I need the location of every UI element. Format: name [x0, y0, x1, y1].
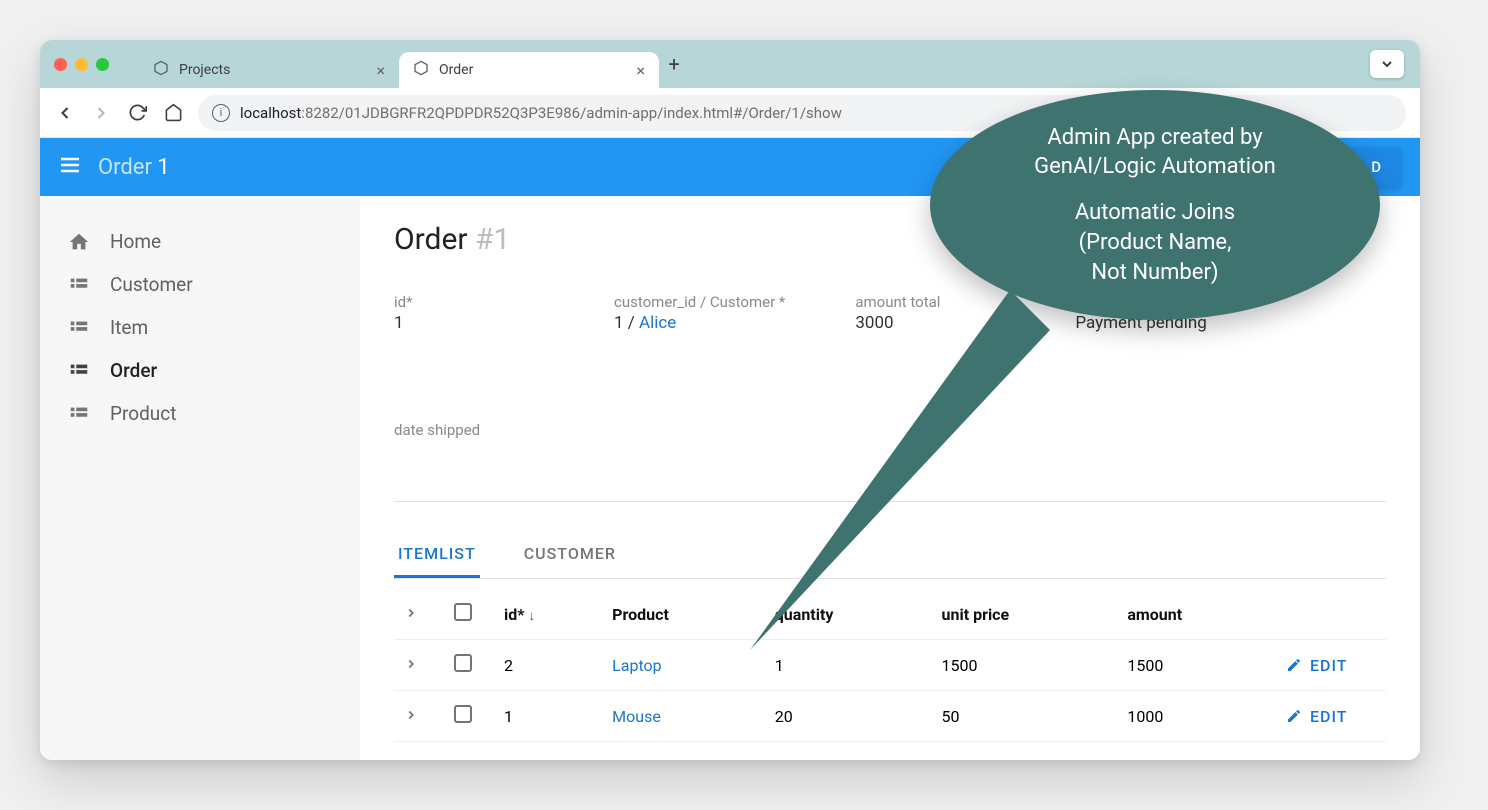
field-customer: customer_id / Customer * 1 / Alice	[614, 293, 785, 333]
minimize-window-icon[interactable]	[75, 58, 88, 71]
d-button[interactable]: D	[1323, 147, 1402, 187]
chrome-toolbar: i localhost:8282/01JDBGRFR2QPDPDR52Q3P3E…	[40, 88, 1420, 138]
cell-quantity: 1	[765, 640, 932, 691]
sidebar-item-label: Customer	[110, 273, 193, 296]
expand-all-icon[interactable]	[404, 605, 418, 624]
field-label: customer_id / Customer *	[614, 293, 785, 311]
app-title: Order 1	[98, 155, 170, 180]
row-checkbox[interactable]	[454, 654, 472, 672]
button-label: D	[1371, 158, 1382, 176]
reload-button[interactable]	[126, 102, 148, 124]
expand-row-icon[interactable]	[404, 656, 418, 675]
field-value: 3000	[855, 313, 1005, 333]
field-amount-total: amount total 3000	[855, 293, 1005, 333]
sidebar-item-label: Home	[110, 230, 161, 253]
browser-tab-projects[interactable]: Projects ×	[139, 52, 399, 88]
close-tab-icon[interactable]: ×	[376, 61, 385, 80]
cell-amount: 1500	[1117, 640, 1276, 691]
sort-desc-icon: ↓	[529, 609, 536, 624]
address-bar[interactable]: i localhost:8282/01JDBGRFR2QPDPDR52Q3P3E…	[198, 95, 1406, 131]
cell-unit-price: 50	[932, 691, 1118, 742]
divider	[394, 501, 1386, 502]
tab-itemlist[interactable]: ITEMLIST	[394, 532, 480, 578]
logic-button[interactable]: LOGIC	[1051, 147, 1166, 187]
col-product[interactable]: Product	[602, 589, 765, 640]
iterate-button[interactable]: ITERATE	[1178, 147, 1311, 187]
list-icon	[68, 403, 90, 425]
field-date-shipped: date shipped	[394, 421, 1386, 441]
tab-title: Projects	[179, 62, 230, 78]
window-controls	[54, 58, 109, 71]
maximize-window-icon[interactable]	[96, 58, 109, 71]
edit-button[interactable]: EDIT	[1286, 707, 1376, 726]
sidebar-item-label: Product	[110, 402, 176, 425]
new-tab-button[interactable]: +	[659, 49, 689, 79]
home-button[interactable]	[162, 102, 184, 124]
forward-button[interactable]	[90, 102, 112, 124]
cell-product[interactable]: Mouse	[602, 691, 765, 742]
home-icon	[68, 231, 90, 253]
back-button[interactable]	[54, 102, 76, 124]
field-value: Payment pending	[1075, 313, 1225, 333]
field-label: amount total	[855, 293, 1005, 311]
select-all-checkbox[interactable]	[454, 603, 472, 621]
cell-id: 1	[494, 691, 602, 742]
cell-id: 2	[494, 640, 602, 691]
field-notes: notes Payment pending	[1075, 293, 1225, 333]
sidebar-item-customer[interactable]: Customer	[40, 263, 360, 306]
cell-unit-price: 1500	[932, 640, 1118, 691]
field-id: id* 1	[394, 293, 544, 333]
tab-title: Order	[439, 62, 473, 78]
table-row[interactable]: 1 Mouse 20 50 1000 EDIT	[394, 691, 1386, 742]
main-content: Order #1 id* 1 customer_id / Customer * …	[360, 196, 1420, 760]
col-id[interactable]: id*↓	[494, 589, 602, 640]
hexagon-icon	[153, 60, 169, 80]
expand-row-icon[interactable]	[404, 707, 418, 726]
hexagon-icon	[413, 60, 429, 80]
col-quantity[interactable]: quantity	[765, 589, 932, 640]
chrome-tab-strip: Projects × Order × +	[40, 40, 1420, 88]
list-icon	[68, 274, 90, 296]
edit-button[interactable]: EDIT	[1286, 656, 1376, 675]
browser-window: Projects × Order × + i	[40, 40, 1420, 760]
list-icon	[68, 317, 90, 339]
cell-product[interactable]: Laptop	[602, 640, 765, 691]
cell-amount: 1000	[1117, 691, 1276, 742]
browser-tab-order[interactable]: Order ×	[399, 52, 659, 88]
list-icon	[68, 360, 90, 382]
detail-tabs: ITEMLIST CUSTOMER	[394, 532, 1386, 579]
field-value: 1	[394, 313, 544, 333]
url-text: localhost:8282/01JDBGRFR2QPDPDR52Q3P3E98…	[240, 104, 842, 122]
hamburger-icon[interactable]	[58, 153, 82, 181]
sidebar-item-item[interactable]: Item	[40, 306, 360, 349]
sidebar-item-label: Order	[110, 359, 157, 382]
close-window-icon[interactable]	[54, 58, 67, 71]
button-label: ITERATE	[1226, 158, 1291, 176]
table-row[interactable]: 2 Laptop 1 1500 1500 EDIT	[394, 640, 1386, 691]
items-table: id*↓ Product quantity unit price amount …	[394, 589, 1386, 742]
field-label: id*	[394, 293, 544, 311]
close-tab-icon[interactable]: ×	[636, 61, 645, 80]
table-header-row: id*↓ Product quantity unit price amount	[394, 589, 1386, 640]
page-title: Order #1	[394, 222, 1386, 257]
col-amount[interactable]: amount	[1117, 589, 1276, 640]
customer-link[interactable]: Alice	[639, 313, 676, 333]
row-checkbox[interactable]	[454, 705, 472, 723]
sidebar-item-home[interactable]: Home	[40, 220, 360, 263]
field-value: 1 / Alice	[614, 313, 785, 333]
sidebar: Home Customer Item Order	[40, 196, 360, 760]
field-label: date shipped	[394, 421, 1386, 439]
sidebar-item-order[interactable]: Order	[40, 349, 360, 392]
tab-overflow-button[interactable]	[1370, 50, 1404, 78]
col-unit-price[interactable]: unit price	[932, 589, 1118, 640]
site-info-icon[interactable]: i	[212, 104, 230, 122]
button-label: LOGIC	[1099, 158, 1146, 176]
field-label: notes	[1075, 293, 1225, 311]
app-header: Order 1 LOGIC ITERATE D	[40, 138, 1420, 196]
sidebar-item-label: Item	[110, 316, 148, 339]
cell-quantity: 20	[765, 691, 932, 742]
sidebar-item-product[interactable]: Product	[40, 392, 360, 435]
tab-customer[interactable]: CUSTOMER	[520, 532, 620, 578]
